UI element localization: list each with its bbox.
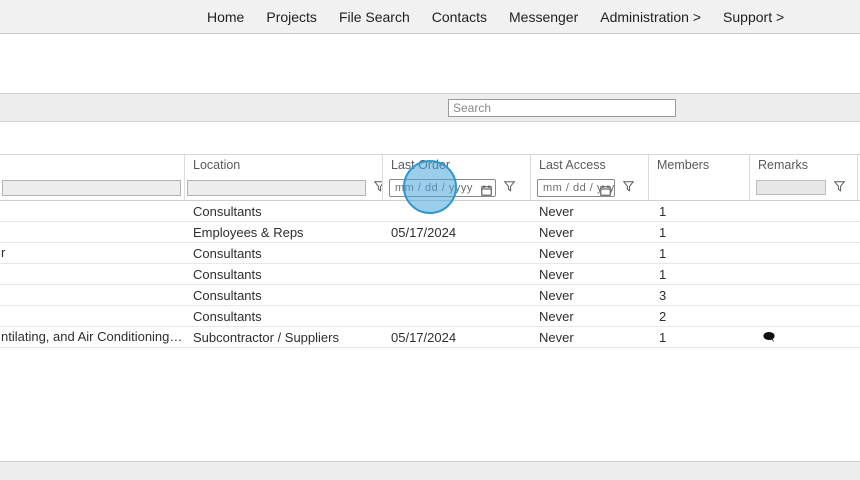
cell-members: 1: [659, 266, 667, 282]
name-filter-input[interactable]: [2, 179, 181, 196]
cell-location: Consultants: [193, 266, 262, 282]
cell-last-access: Never: [539, 203, 574, 219]
calendar-icon[interactable]: [600, 182, 611, 196]
filter-funnel-icon[interactable]: [373, 179, 382, 197]
cell-name: ntilating, and Air Conditioning (…: [1, 329, 185, 344]
cell-members: 3: [659, 287, 667, 303]
location-filter-input[interactable]: [187, 179, 366, 196]
cell-remarks: [750, 327, 858, 347]
cell-last-order: [383, 243, 531, 263]
cell-members: 2: [659, 308, 667, 324]
cell-last-order: [383, 306, 531, 326]
cell-name: [0, 222, 185, 242]
filter-cell-remarks: [750, 175, 858, 200]
remarks-filter-input: [756, 180, 826, 195]
calendar-icon[interactable]: [481, 182, 492, 196]
cell-last-order: [383, 201, 531, 221]
bottom-strip: [0, 461, 860, 480]
nav-item-projects[interactable]: Projects: [255, 9, 328, 25]
nav-item-support[interactable]: Support >: [712, 9, 795, 25]
cell-last-access: Never: [539, 308, 574, 324]
cell-members: 1: [659, 224, 667, 240]
col-header-members[interactable]: Members: [649, 155, 750, 175]
contacts-grid: Location Last Order Last Access Members …: [0, 154, 860, 348]
last-order-date-input[interactable]: mm / dd / yyyy: [389, 178, 496, 197]
filter-cell-name: [0, 175, 185, 200]
nav-item-contacts[interactable]: Contacts: [421, 9, 498, 25]
col-header-last-access[interactable]: Last Access: [531, 155, 649, 175]
cell-remarks: [750, 243, 858, 263]
cell-location: Employees & Reps: [193, 224, 304, 240]
cell-location: Consultants: [193, 203, 262, 219]
cell-last-order: 05/17/2024: [391, 329, 457, 345]
nav-item-messenger[interactable]: Messenger: [498, 9, 589, 25]
filter-cell-last-order: mm / dd / yyyy: [383, 175, 531, 200]
cell-location: Subcontractor / Suppliers: [193, 329, 339, 345]
table-row[interactable]: Consultants Never 2: [0, 306, 860, 327]
search-input[interactable]: [448, 99, 676, 117]
grid-header-row: Location Last Order Last Access Members …: [0, 154, 860, 175]
cell-name: r: [1, 245, 6, 260]
cell-remarks: [750, 222, 858, 242]
table-row[interactable]: r Consultants Never 1: [0, 243, 860, 264]
last-access-date-input[interactable]: mm / dd / yyyy: [537, 178, 615, 197]
cell-name: [0, 285, 185, 305]
top-navbar: Home Projects File Search Contacts Messe…: [0, 0, 860, 34]
remark-bubble-icon[interactable]: [762, 331, 776, 343]
cell-name: [0, 201, 185, 221]
cell-remarks: [750, 201, 858, 221]
table-row[interactable]: ntilating, and Air Conditioning (… Subco…: [0, 327, 860, 348]
table-row[interactable]: Employees & Reps 05/17/2024 Never 1: [0, 222, 860, 243]
cell-members: 1: [659, 245, 667, 261]
cell-last-order: [383, 264, 531, 284]
filter-cell-last-access: mm / dd / yyyy: [531, 175, 649, 200]
cell-location: Consultants: [193, 245, 262, 261]
col-header-location[interactable]: Location: [185, 155, 383, 175]
table-row[interactable]: Consultants Never 1: [0, 264, 860, 285]
cell-last-order: [383, 285, 531, 305]
filter-cell-location: [185, 175, 383, 200]
filter-funnel-icon[interactable]: [833, 179, 846, 197]
cell-members: 1: [659, 203, 667, 219]
cell-name: [0, 264, 185, 284]
cell-last-access: Never: [539, 287, 574, 303]
nav-item-file-search[interactable]: File Search: [328, 9, 421, 25]
cell-location: Consultants: [193, 287, 262, 303]
cell-last-access: Never: [539, 245, 574, 261]
cell-remarks: [750, 264, 858, 284]
filter-cell-members: [649, 175, 750, 200]
cell-remarks: [750, 285, 858, 305]
filter-funnel-icon[interactable]: [503, 179, 516, 197]
cell-location: Consultants: [193, 308, 262, 324]
cell-last-access: Never: [539, 266, 574, 282]
col-header-remarks[interactable]: Remarks: [750, 155, 858, 175]
table-row[interactable]: Consultants Never 3: [0, 285, 860, 306]
filter-funnel-icon[interactable]: [622, 179, 635, 197]
nav-item-home[interactable]: Home: [196, 9, 255, 25]
col-header-last-order[interactable]: Last Order: [383, 155, 531, 175]
cell-name: [0, 306, 185, 326]
cell-remarks: [750, 306, 858, 326]
col-header-name[interactable]: [0, 155, 185, 175]
cell-last-access: Never: [539, 224, 574, 240]
cell-last-access: Never: [539, 329, 574, 345]
cell-last-order: 05/17/2024: [391, 224, 457, 240]
cell-members: 1: [659, 329, 667, 345]
search-strip: [0, 93, 860, 122]
grid-filter-row: mm / dd / yyyy mm / dd / yyyy: [0, 175, 860, 201]
table-row[interactable]: Consultants Never 1: [0, 201, 860, 222]
nav-item-administration[interactable]: Administration >: [589, 9, 712, 25]
date-placeholder: mm / dd / yyyy: [395, 181, 473, 194]
